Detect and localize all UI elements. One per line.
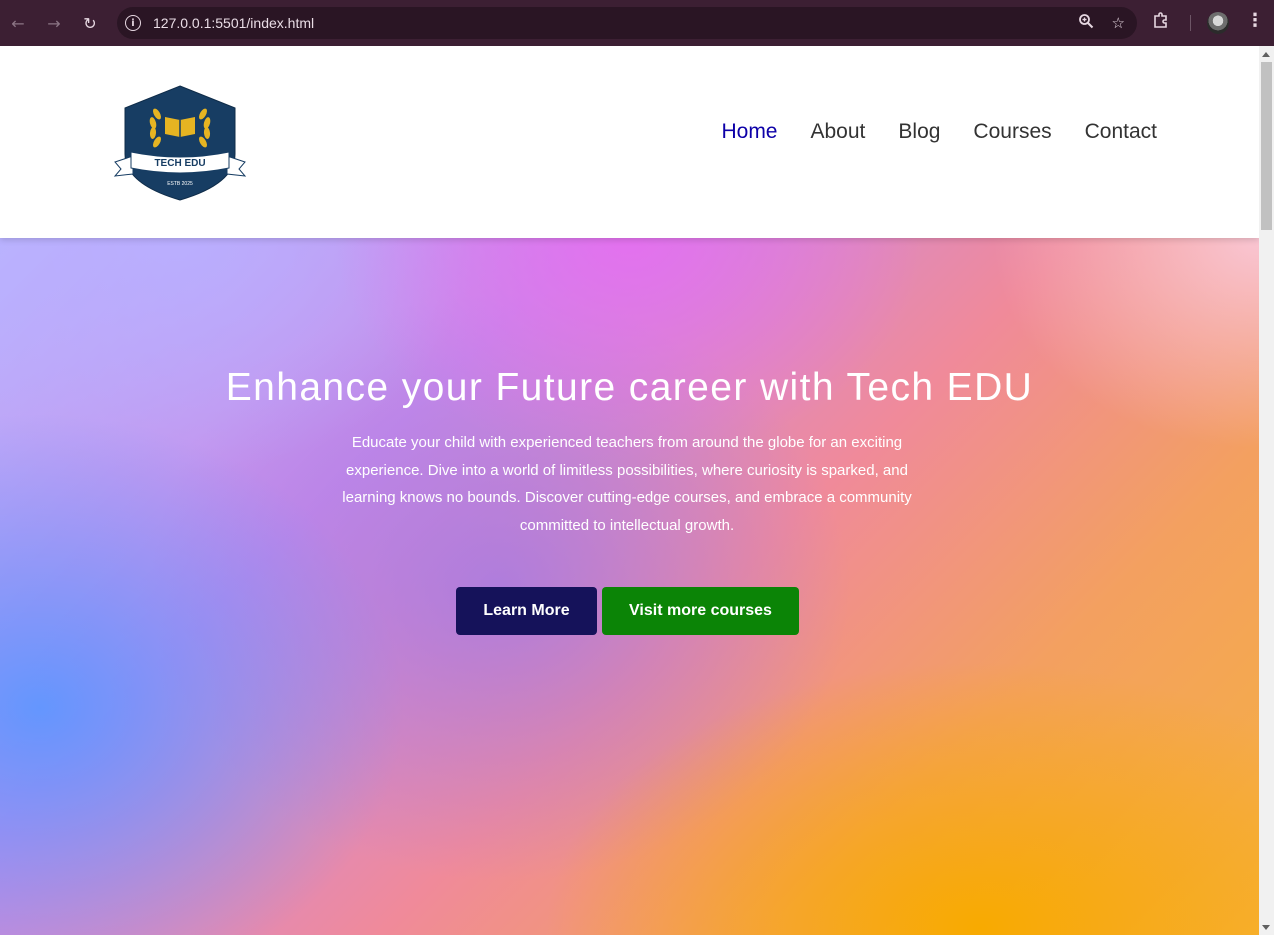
scroll-up-icon[interactable] [1262,52,1270,57]
site-header: TECH EDU ESTB 2025 Home About Blog Cours… [0,46,1259,238]
visit-courses-button[interactable]: Visit more courses [602,587,799,635]
nav-blog[interactable]: Blog [898,120,940,144]
tech-edu-logo[interactable]: TECH EDU ESTB 2025 [113,84,247,202]
back-icon[interactable]: ← [0,0,36,46]
nav-home[interactable]: Home [721,120,777,144]
nav-courses[interactable]: Courses [973,120,1051,144]
page-viewport: TECH EDU ESTB 2025 Home About Blog Cours… [0,46,1259,935]
profile-avatar[interactable] [1207,12,1229,34]
learn-more-button[interactable]: Learn More [456,587,597,635]
kebab-menu-icon[interactable]: ⋮ [1246,10,1264,31]
extensions-icon[interactable] [1152,11,1170,34]
logo-bottom-text: ESTB 2025 [167,181,193,187]
logo-top-text: TECH EDU [154,158,205,169]
hero-title: Enhance your Future career with Tech EDU [225,366,1034,409]
scroll-down-icon[interactable] [1262,925,1270,930]
url-text[interactable]: 127.0.0.1:5501/index.html [153,15,314,31]
reload-icon[interactable]: ↻ [72,0,108,46]
bookmark-star-icon[interactable]: ☆ [1112,14,1125,32]
nav-contact[interactable]: Contact [1085,120,1157,144]
browser-toolbar: ← → ↻ i 127.0.0.1:5501/index.html ☆ ⋮ [0,0,1274,46]
forward-icon[interactable]: → [36,0,72,46]
hero-description: Educate your child with experienced teac… [342,434,912,534]
site-info-icon[interactable]: i [125,15,141,31]
address-bar[interactable]: i 127.0.0.1:5501/index.html ☆ [117,7,1137,39]
toolbar-divider [1190,15,1191,31]
page-scrollbar[interactable] [1259,46,1274,935]
scrollbar-thumb[interactable] [1261,62,1272,230]
nav-about[interactable]: About [811,120,866,144]
hero-section: Enhance your Future career with Tech EDU… [0,238,1259,935]
main-nav: Home About Blog Courses Contact [721,120,1157,144]
zoom-icon[interactable] [1078,13,1094,33]
